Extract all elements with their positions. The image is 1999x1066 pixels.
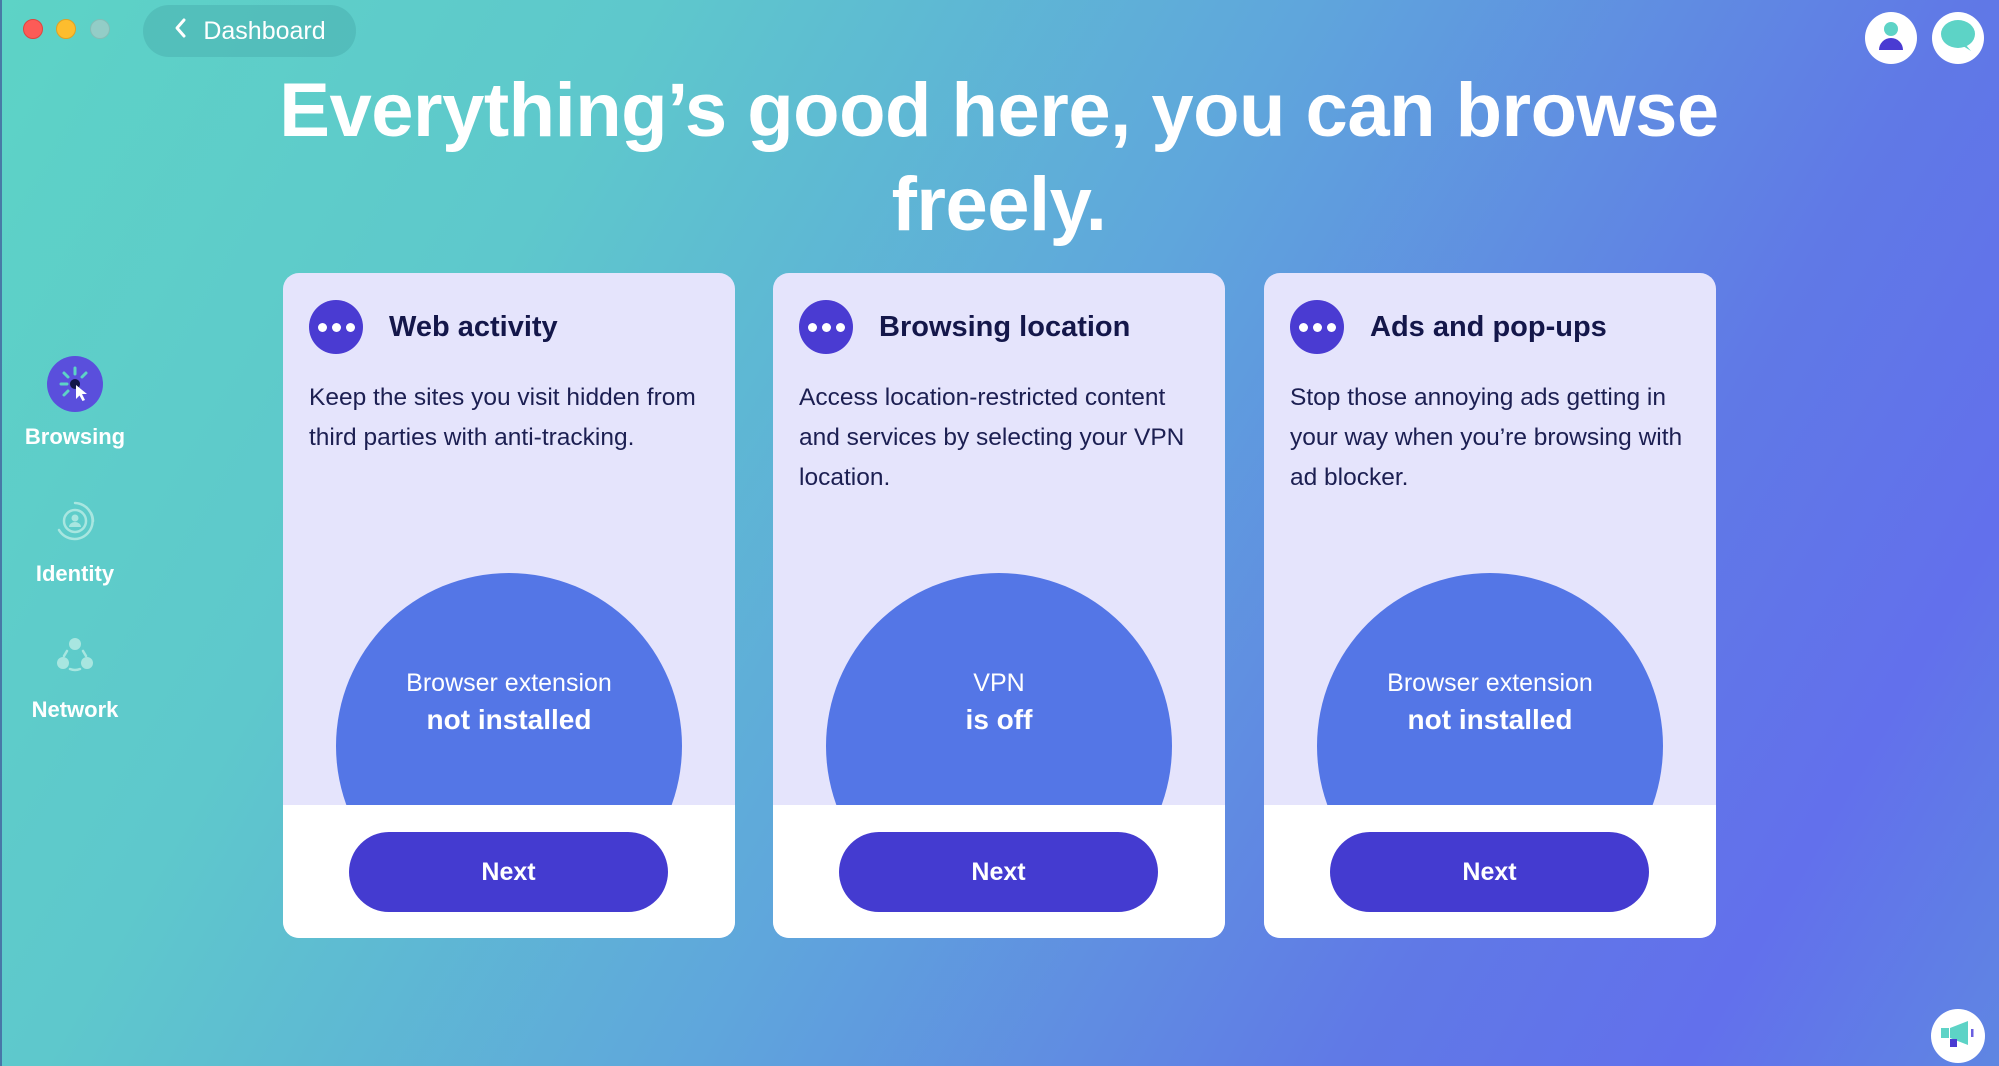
status-value: not installed [426, 704, 592, 735]
chevron-left-icon [173, 17, 187, 46]
chat-bubble-icon [1939, 18, 1977, 59]
sidebar-item-browsing[interactable]: Browsing [0, 356, 150, 450]
card-description: Stop those annoying ads getting in your … [1290, 384, 1683, 491]
window-minimize-button[interactable] [56, 19, 76, 39]
browsing-cursor-icon [47, 356, 103, 412]
next-button[interactable]: Next [1330, 832, 1649, 912]
window-zoom-button[interactable] [90, 19, 110, 39]
card-title: Ads and pop-ups [1370, 310, 1607, 343]
back-to-dashboard-button[interactable]: Dashboard [143, 5, 356, 57]
account-button[interactable] [1865, 12, 1917, 64]
card-description: Keep the sites you visit hidden from thi… [309, 384, 696, 451]
card-title: Browsing location [879, 310, 1131, 343]
chat-button[interactable] [1932, 12, 1984, 64]
card-browsing-location: Browsing location Access location-restri… [773, 273, 1225, 938]
next-button[interactable]: Next [839, 832, 1158, 912]
status-value: not installed [1407, 704, 1573, 735]
network-icon [47, 629, 103, 685]
card-footer: Next [773, 805, 1225, 938]
megaphone-icon [1938, 1018, 1978, 1055]
next-button[interactable]: Next [349, 832, 668, 912]
sidebar-item-identity[interactable]: Identity [0, 493, 150, 587]
identity-icon [47, 493, 103, 549]
card-ads-and-popups: Ads and pop-ups Stop those annoying ads … [1264, 273, 1716, 938]
sidebar-item-network[interactable]: Network [0, 629, 150, 723]
card-footer: Next [283, 805, 735, 938]
account-icon [1876, 20, 1906, 57]
status-label: Browser extension [1387, 669, 1593, 697]
card-title: Web activity [389, 310, 558, 343]
more-options-icon[interactable] [309, 300, 363, 354]
status-label: VPN [973, 669, 1025, 697]
card-description: Access location-restricted content and s… [799, 384, 1185, 491]
status-label: Browser extension [406, 669, 612, 697]
sidebar-label-network: Network [31, 697, 119, 722]
more-options-icon[interactable] [799, 300, 853, 354]
sidebar-label-identity: Identity [35, 561, 115, 586]
more-options-icon[interactable] [1290, 300, 1344, 354]
announcements-button[interactable] [1931, 1009, 1985, 1063]
card-footer: Next [1264, 805, 1716, 938]
back-label: Dashboard [203, 16, 326, 45]
page-headline: Everything’s good here, you can browse f… [279, 68, 1719, 247]
card-web-activity: Web activity Keep the sites you visit hi… [283, 273, 735, 938]
status-value: is off [965, 704, 1033, 735]
window-close-button[interactable] [23, 19, 43, 39]
sidebar-label-browsing: Browsing [24, 424, 126, 449]
